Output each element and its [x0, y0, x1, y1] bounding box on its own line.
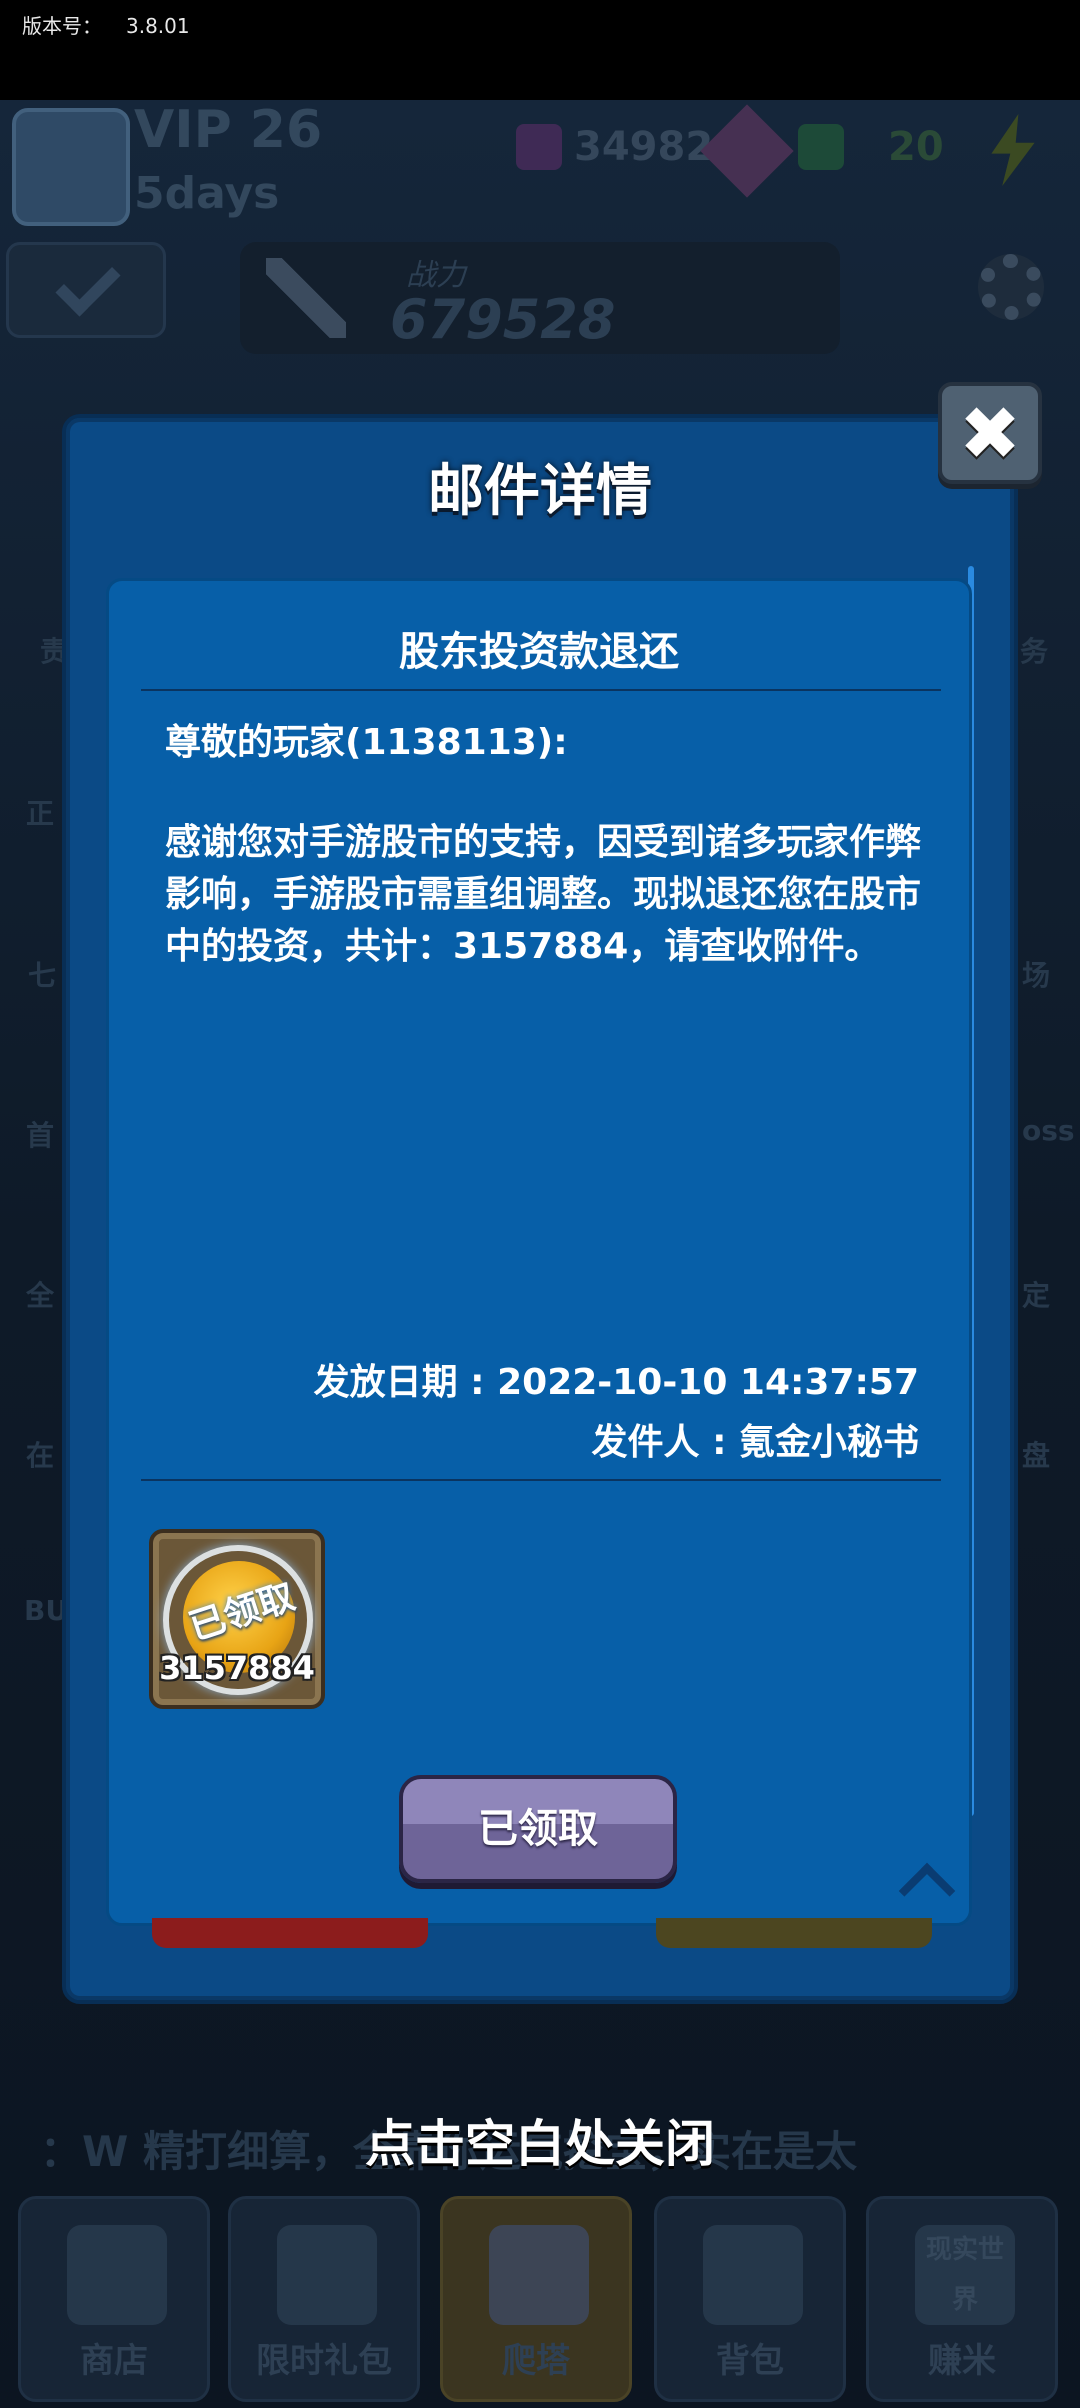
nav-gift-pack: 限时礼包: [228, 2196, 420, 2402]
side-label: 全: [26, 1279, 55, 1312]
claim-button-label: 已领取: [478, 1806, 598, 1852]
chevron-up-icon[interactable]: [898, 1862, 956, 1920]
side-label: 首: [26, 1119, 55, 1152]
side-label: 盘: [1022, 1439, 1051, 1472]
vip-level: VIP 26: [134, 100, 323, 160]
shop-icon: [67, 2225, 167, 2325]
attachment-item[interactable]: 已领取 3157884: [149, 1529, 325, 1709]
side-label: 七: [28, 959, 57, 992]
real-world-icon: 现实世界: [915, 2225, 1015, 2325]
vip-days: 5days: [134, 168, 280, 219]
chevron-down-icon: [55, 251, 121, 317]
bottom-nav: 商店 限时礼包 爬塔 背包 现实世界赚米: [0, 2196, 1080, 2408]
background-button-red: [152, 1918, 428, 1948]
nav-label: 背包: [716, 2341, 784, 2381]
side-label: 正: [26, 797, 55, 830]
mail-content-panel: 股东投资款退还 尊敬的玩家(1138113): 感谢您对手游股市的支持，因受到诸…: [106, 578, 972, 1926]
treasure-chest-icon: [277, 2225, 377, 2325]
nav-label: 爬塔: [502, 2341, 570, 2381]
claim-button[interactable]: 已领取: [399, 1775, 677, 1883]
send-date: 发放日期 : 2022-10-10 14:37:57: [313, 1362, 919, 1403]
collapse-button: [6, 242, 166, 338]
sword-icon: [266, 258, 346, 338]
divider: [141, 1479, 941, 1481]
side-label: oss: [1022, 1114, 1075, 1147]
nav-tower: 爬塔: [440, 2196, 632, 2402]
nav-earn: 现实世界 赚米: [866, 2196, 1058, 2402]
tap-to-close-hint[interactable]: 点击空白处关闭: [0, 2104, 1080, 2176]
backpack-icon: [703, 2225, 803, 2325]
crossed-swords-icon: [489, 2225, 589, 2325]
close-icon: ✖: [958, 391, 1021, 477]
nav-shop: 商店: [18, 2196, 210, 2402]
real-world-text: 现实世界: [925, 2235, 1004, 2315]
version-text: 版本号： 3.8.01: [22, 14, 190, 38]
side-label: 务: [1020, 635, 1049, 668]
power-value: 679528: [390, 288, 616, 351]
nav-backpack: 背包: [654, 2196, 846, 2402]
nav-label: 商店: [80, 2341, 148, 2381]
mail-subject: 股东投资款退还: [399, 629, 679, 675]
divider: [141, 689, 941, 691]
side-label: 定: [1022, 1279, 1051, 1312]
mail-body: 感谢您对手游股市的支持，因受到诸多玩家作弊影响，手游股市需重组调整。现拟退还您在…: [165, 822, 922, 967]
sender: 发件人 : 氪金小秘书: [591, 1422, 919, 1463]
status-bar: 版本号： 3.8.01: [0, 0, 1080, 100]
background-button-olive: [656, 1918, 932, 1948]
nav-label: 赚米: [928, 2341, 996, 2381]
currency-value: 34982: [574, 124, 714, 170]
energy-value: 20: [888, 124, 944, 170]
nav-label: 限时礼包: [256, 2341, 392, 2381]
side-label: 在: [26, 1439, 55, 1472]
mail-greeting: 尊敬的玩家(1138113):: [165, 722, 568, 763]
energy-add-icon: [798, 124, 844, 170]
dialog-title: 邮件详情: [428, 459, 652, 524]
side-label: 场: [1022, 959, 1051, 992]
currency-icon: [516, 124, 562, 170]
avatar: [12, 108, 130, 226]
attachment-count: 3157884: [159, 1649, 315, 1687]
gear-icon: [978, 254, 1044, 320]
close-button[interactable]: ✖: [938, 382, 1042, 484]
